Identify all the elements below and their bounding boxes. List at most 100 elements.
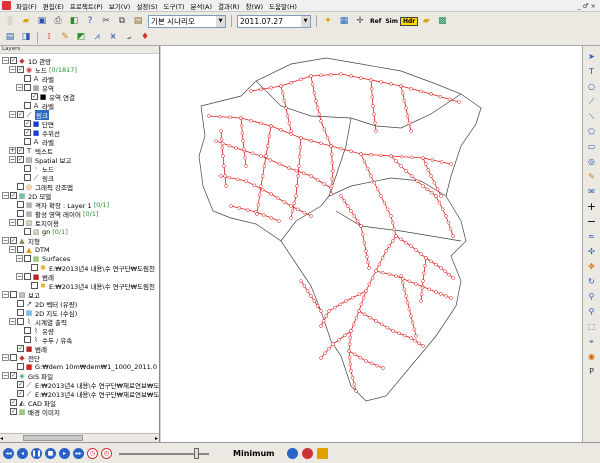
sewer-node[interactable] xyxy=(370,275,375,280)
sewer-node[interactable] xyxy=(369,86,374,91)
sewer-node[interactable] xyxy=(409,314,413,318)
sewer-node[interactable] xyxy=(375,363,380,368)
sewer-node[interactable] xyxy=(364,249,368,253)
sewer-node[interactable] xyxy=(339,72,343,76)
layer-tree-row[interactable]: ✱ E:₩2013년4 내용\수 연구단₩도림천 xyxy=(0,281,155,291)
sewer-node[interactable] xyxy=(294,168,299,173)
sewer-node[interactable] xyxy=(419,252,423,256)
zoom-extent-icon[interactable]: ⬚ xyxy=(585,319,599,334)
sewer-node[interactable] xyxy=(394,234,398,238)
panel-horizontal-scrollbar[interactable]: ◂ ▸ xyxy=(0,433,159,442)
sewer-node[interactable] xyxy=(421,156,425,160)
sewer-node[interactable] xyxy=(237,206,242,210)
sewer-node[interactable] xyxy=(227,143,232,148)
sewer-node[interactable] xyxy=(403,333,407,338)
layer-name[interactable]: E:₩2013년4 내용\수 연구단₩도림천 xyxy=(49,263,155,273)
collapse-icon[interactable]: − xyxy=(9,111,16,118)
document-icon[interactable]: ▭ xyxy=(585,139,599,154)
sewer-node[interactable] xyxy=(414,282,418,286)
sewer-node[interactable] xyxy=(354,315,359,320)
sewer-node[interactable] xyxy=(292,201,297,206)
sewer-node[interactable] xyxy=(331,169,335,173)
sewer-node[interactable] xyxy=(372,180,377,185)
zoom-window-icon[interactable]: ⚲ xyxy=(585,304,599,319)
layer-visibility-checkbox[interactable]: ✓ xyxy=(10,372,17,379)
sewer-node[interactable] xyxy=(256,202,261,207)
sewer-node[interactable] xyxy=(404,294,408,298)
sewer-node[interactable] xyxy=(349,369,353,373)
zoom-out-minus-icon[interactable]: − xyxy=(585,214,599,229)
layer-tree-row[interactable]: − ▤ 보고 xyxy=(0,290,40,300)
sewer-node[interactable] xyxy=(357,292,362,297)
profile-p-icon[interactable]: P xyxy=(585,364,599,379)
sewer-node[interactable] xyxy=(374,129,378,133)
sewer-node[interactable] xyxy=(323,351,327,356)
sewer-node[interactable] xyxy=(259,87,263,92)
sewer-node[interactable] xyxy=(261,213,266,217)
sewer-pipe[interactable] xyxy=(256,125,272,215)
sewer-node[interactable] xyxy=(369,78,373,82)
sewer-node[interactable] xyxy=(429,92,433,96)
sewer-node[interactable] xyxy=(284,106,288,110)
sewer-node[interactable] xyxy=(451,234,455,238)
sewer-node[interactable] xyxy=(370,95,375,100)
measure-icon[interactable]: ⦟ xyxy=(122,31,136,45)
layer-visibility-checkbox[interactable] xyxy=(24,138,31,145)
sewer-node[interactable] xyxy=(451,276,455,280)
sewer-node[interactable] xyxy=(375,187,380,192)
sewer-node[interactable] xyxy=(409,86,413,91)
table-icon[interactable]: ▤ xyxy=(3,31,17,45)
sewer-node[interactable] xyxy=(319,73,323,78)
sewer-node[interactable] xyxy=(319,309,323,313)
sewer-node[interactable] xyxy=(244,164,248,168)
sewer-node[interactable] xyxy=(349,74,353,78)
sewer-node[interactable] xyxy=(429,190,434,195)
sewer-node[interactable] xyxy=(347,355,352,360)
layer-visibility-checkbox[interactable]: ✓ xyxy=(31,93,38,100)
sewer-node[interactable] xyxy=(435,187,440,192)
run-icon[interactable]: ✦ xyxy=(321,14,335,28)
sewer-node[interactable] xyxy=(439,160,444,164)
sewer-node[interactable] xyxy=(357,309,361,313)
sewer-node[interactable] xyxy=(319,119,323,123)
save-icon[interactable]: ▣ xyxy=(35,14,49,28)
sewer-node[interactable] xyxy=(421,279,425,283)
slider-knob[interactable] xyxy=(193,447,199,459)
layer-visibility-checkbox[interactable]: ✓ xyxy=(24,120,31,127)
collapse-icon[interactable]: − xyxy=(2,354,9,361)
sewer-node[interactable] xyxy=(327,346,331,351)
sewer-node[interactable] xyxy=(430,158,435,162)
sewer-node[interactable] xyxy=(285,113,290,118)
sewer-node[interactable] xyxy=(410,155,415,160)
sewer-node[interactable] xyxy=(394,159,398,163)
sewer-nodes[interactable] xyxy=(207,72,461,393)
sewer-pipe[interactable] xyxy=(250,73,460,103)
sewer-node[interactable] xyxy=(239,116,243,120)
menu-results[interactable]: 결과(R) xyxy=(215,1,243,11)
sewer-node[interactable] xyxy=(322,127,327,132)
sewer-node[interactable] xyxy=(359,76,363,80)
collapse-icon[interactable]: − xyxy=(9,246,16,253)
layer-visibility-checkbox[interactable] xyxy=(17,363,24,370)
sewer-node[interactable] xyxy=(409,336,413,340)
print-icon[interactable]: ⎙ xyxy=(51,14,65,28)
sewer-node[interactable] xyxy=(371,104,375,108)
sim-button[interactable]: Sim xyxy=(383,18,400,25)
layer-visibility-checkbox[interactable]: ✓ xyxy=(17,381,24,388)
sewer-node[interactable] xyxy=(245,208,250,212)
sewer-node[interactable] xyxy=(282,98,287,103)
collapse-icon[interactable]: − xyxy=(2,192,9,199)
sewer-node[interactable] xyxy=(255,212,259,216)
sewer-node[interactable] xyxy=(294,194,298,198)
polyline-tool-icon[interactable]: ⟍ xyxy=(585,109,599,124)
sewer-node[interactable] xyxy=(426,168,431,172)
layer-visibility-checkbox[interactable] xyxy=(17,309,24,316)
sewer-node[interactable] xyxy=(367,282,372,287)
pan-icon[interactable]: ✥ xyxy=(585,259,599,274)
sewer-node[interactable] xyxy=(312,90,317,95)
sewer-node[interactable] xyxy=(257,193,262,198)
folder-icon[interactable]: ▰ xyxy=(419,14,433,28)
layer-name[interactable]: 배경 이미지 xyxy=(28,407,60,417)
play-icon[interactable]: ▸ xyxy=(59,447,70,459)
sewer-node[interactable] xyxy=(447,272,451,277)
